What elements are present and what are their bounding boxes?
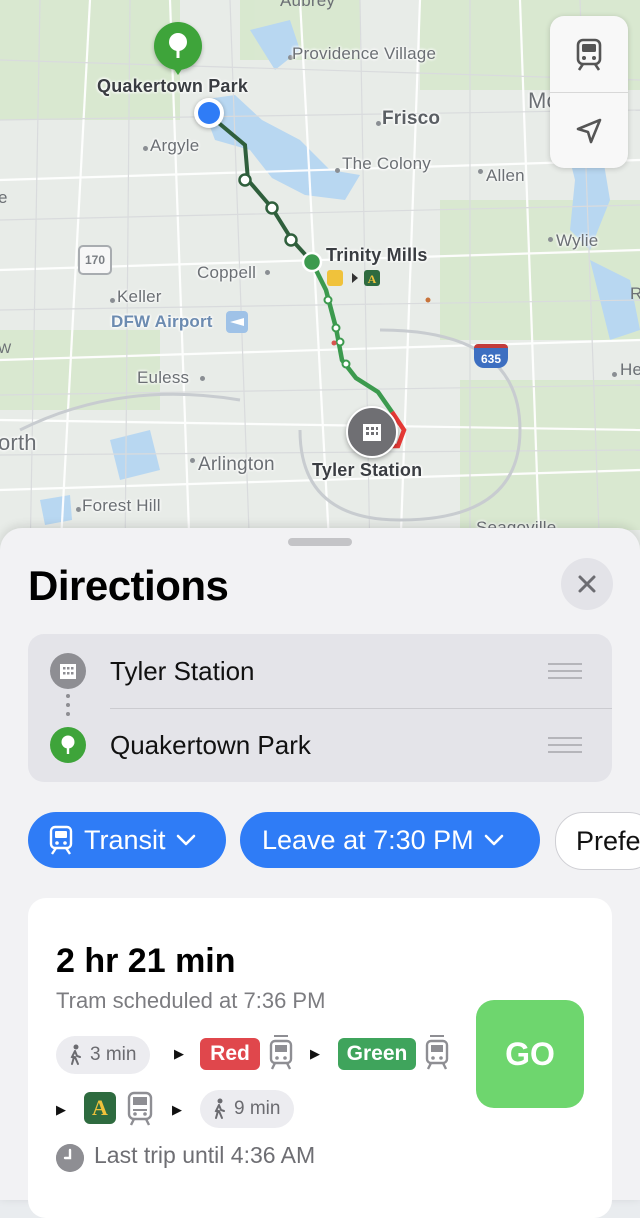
clock-icon	[56, 1144, 84, 1172]
location-arrow-icon	[576, 118, 602, 144]
close-icon	[578, 575, 596, 593]
current-location-dot	[194, 98, 224, 128]
map-label-fort-worth: orth	[0, 430, 37, 455]
route-duration: 2 hr 21 min	[56, 942, 236, 980]
map-label-edge-r: R	[630, 284, 640, 303]
map-label-edge-he: He	[620, 360, 640, 379]
route-scheduled-time: Tram scheduled at 7:36 PM	[56, 988, 326, 1013]
walk-end-time: 9 min	[234, 1098, 281, 1119]
segment-arrow: ▶	[172, 1102, 182, 1117]
walk-segment-end: 9 min	[200, 1090, 295, 1128]
svg-text:A: A	[368, 272, 377, 286]
locate-me-button[interactable]	[550, 92, 628, 168]
train-icon	[127, 1091, 153, 1126]
tram-icon	[49, 825, 73, 855]
map-label-trinity-mills[interactable]: Trinity Mills	[326, 245, 428, 266]
stop-row-origin[interactable]: Tyler Station	[28, 634, 612, 708]
route-card[interactable]: 2 hr 21 min Tram scheduled at 7:36 PM 3 …	[28, 898, 612, 1218]
reorder-handle[interactable]	[548, 737, 582, 753]
highway-170-shield: 170	[78, 245, 112, 275]
map-label-the-colony: The Colony	[342, 154, 431, 173]
tram-icon	[269, 1035, 293, 1070]
last-trip-text: Last trip until 4:36 AM	[94, 1142, 316, 1168]
destination-name: Quakertown Park	[110, 729, 311, 760]
map-label-keller: Keller	[117, 287, 162, 306]
map-label-aubrey: Aubrey	[280, 0, 336, 10]
transit-mode-chip[interactable]: Transit	[28, 812, 226, 868]
close-button[interactable]	[561, 558, 613, 610]
map-controls	[550, 16, 628, 168]
walking-icon	[214, 1098, 225, 1119]
reorder-handle[interactable]	[548, 663, 582, 679]
building-icon	[50, 653, 86, 689]
map-label-coppell: Coppell	[197, 263, 257, 282]
leave-time-chip[interactable]: Leave at 7:30 PM	[240, 812, 540, 868]
leave-chip-label: Leave at 7:30 PM	[262, 824, 474, 855]
station-pin[interactable]	[346, 406, 398, 458]
transit-chip-label: Transit	[84, 824, 166, 855]
tree-icon	[50, 727, 86, 763]
map-label-edge-e: e	[0, 188, 8, 207]
segment-arrow: ▶	[56, 1102, 66, 1117]
walk-segment-start: 3 min	[56, 1036, 151, 1074]
walk-start-time: 3 min	[90, 1044, 137, 1065]
map-label-forest-hill: Forest Hill	[82, 496, 161, 515]
preferences-chip-label: Prefe	[576, 825, 640, 856]
segment-arrow: ▶	[310, 1046, 320, 1061]
transit-mode-button[interactable]	[550, 16, 628, 92]
map-label-dfw-airport[interactable]: DFW Airport	[111, 312, 213, 332]
map-label-quakertown-park[interactable]: Quakertown Park	[97, 76, 248, 97]
map-label-arlington: Arlington	[198, 454, 275, 475]
origin-name: Tyler Station	[110, 655, 255, 686]
map-label-frisco: Frisco	[382, 108, 441, 129]
map-label-euless: Euless	[137, 368, 190, 387]
highway-635-shield: 635	[474, 344, 508, 368]
building-icon	[363, 424, 381, 441]
map-label-tyler-station[interactable]: Tyler Station	[312, 460, 422, 481]
park-pin[interactable]	[154, 22, 202, 70]
preferences-chip[interactable]: Prefe	[555, 812, 640, 870]
walking-icon	[70, 1044, 81, 1065]
a-train-badge: A	[84, 1092, 116, 1124]
stops-list: Tyler Station Quakertown Park	[28, 634, 612, 782]
tram-icon	[576, 38, 602, 71]
go-button[interactable]: GO	[476, 1000, 584, 1108]
tree-icon	[169, 33, 187, 58]
chevron-down-icon	[176, 834, 195, 846]
sheet-title: Directions	[28, 562, 229, 609]
map-view[interactable]: A Aubrey Providence Village Quakertown P…	[0, 0, 640, 560]
map-label-argyle: Argyle	[150, 136, 200, 155]
sheet-grabber[interactable]	[288, 538, 352, 546]
map-label-edge-w: W	[0, 340, 12, 356]
tram-icon	[425, 1035, 449, 1070]
map-label-providence-village: Providence Village	[292, 44, 437, 63]
green-line-badge: Green	[338, 1038, 416, 1070]
red-line-badge: Red	[200, 1038, 260, 1070]
map-label-allen: Allen	[486, 166, 525, 185]
stop-row-destination[interactable]: Quakertown Park	[28, 708, 612, 782]
directions-sheet: Directions Tyler Station Quakertown Park…	[0, 528, 640, 1218]
map-label-wylie: Wylie	[556, 231, 599, 250]
segment-arrow: ▶	[174, 1046, 184, 1061]
chevron-down-icon	[484, 834, 503, 846]
